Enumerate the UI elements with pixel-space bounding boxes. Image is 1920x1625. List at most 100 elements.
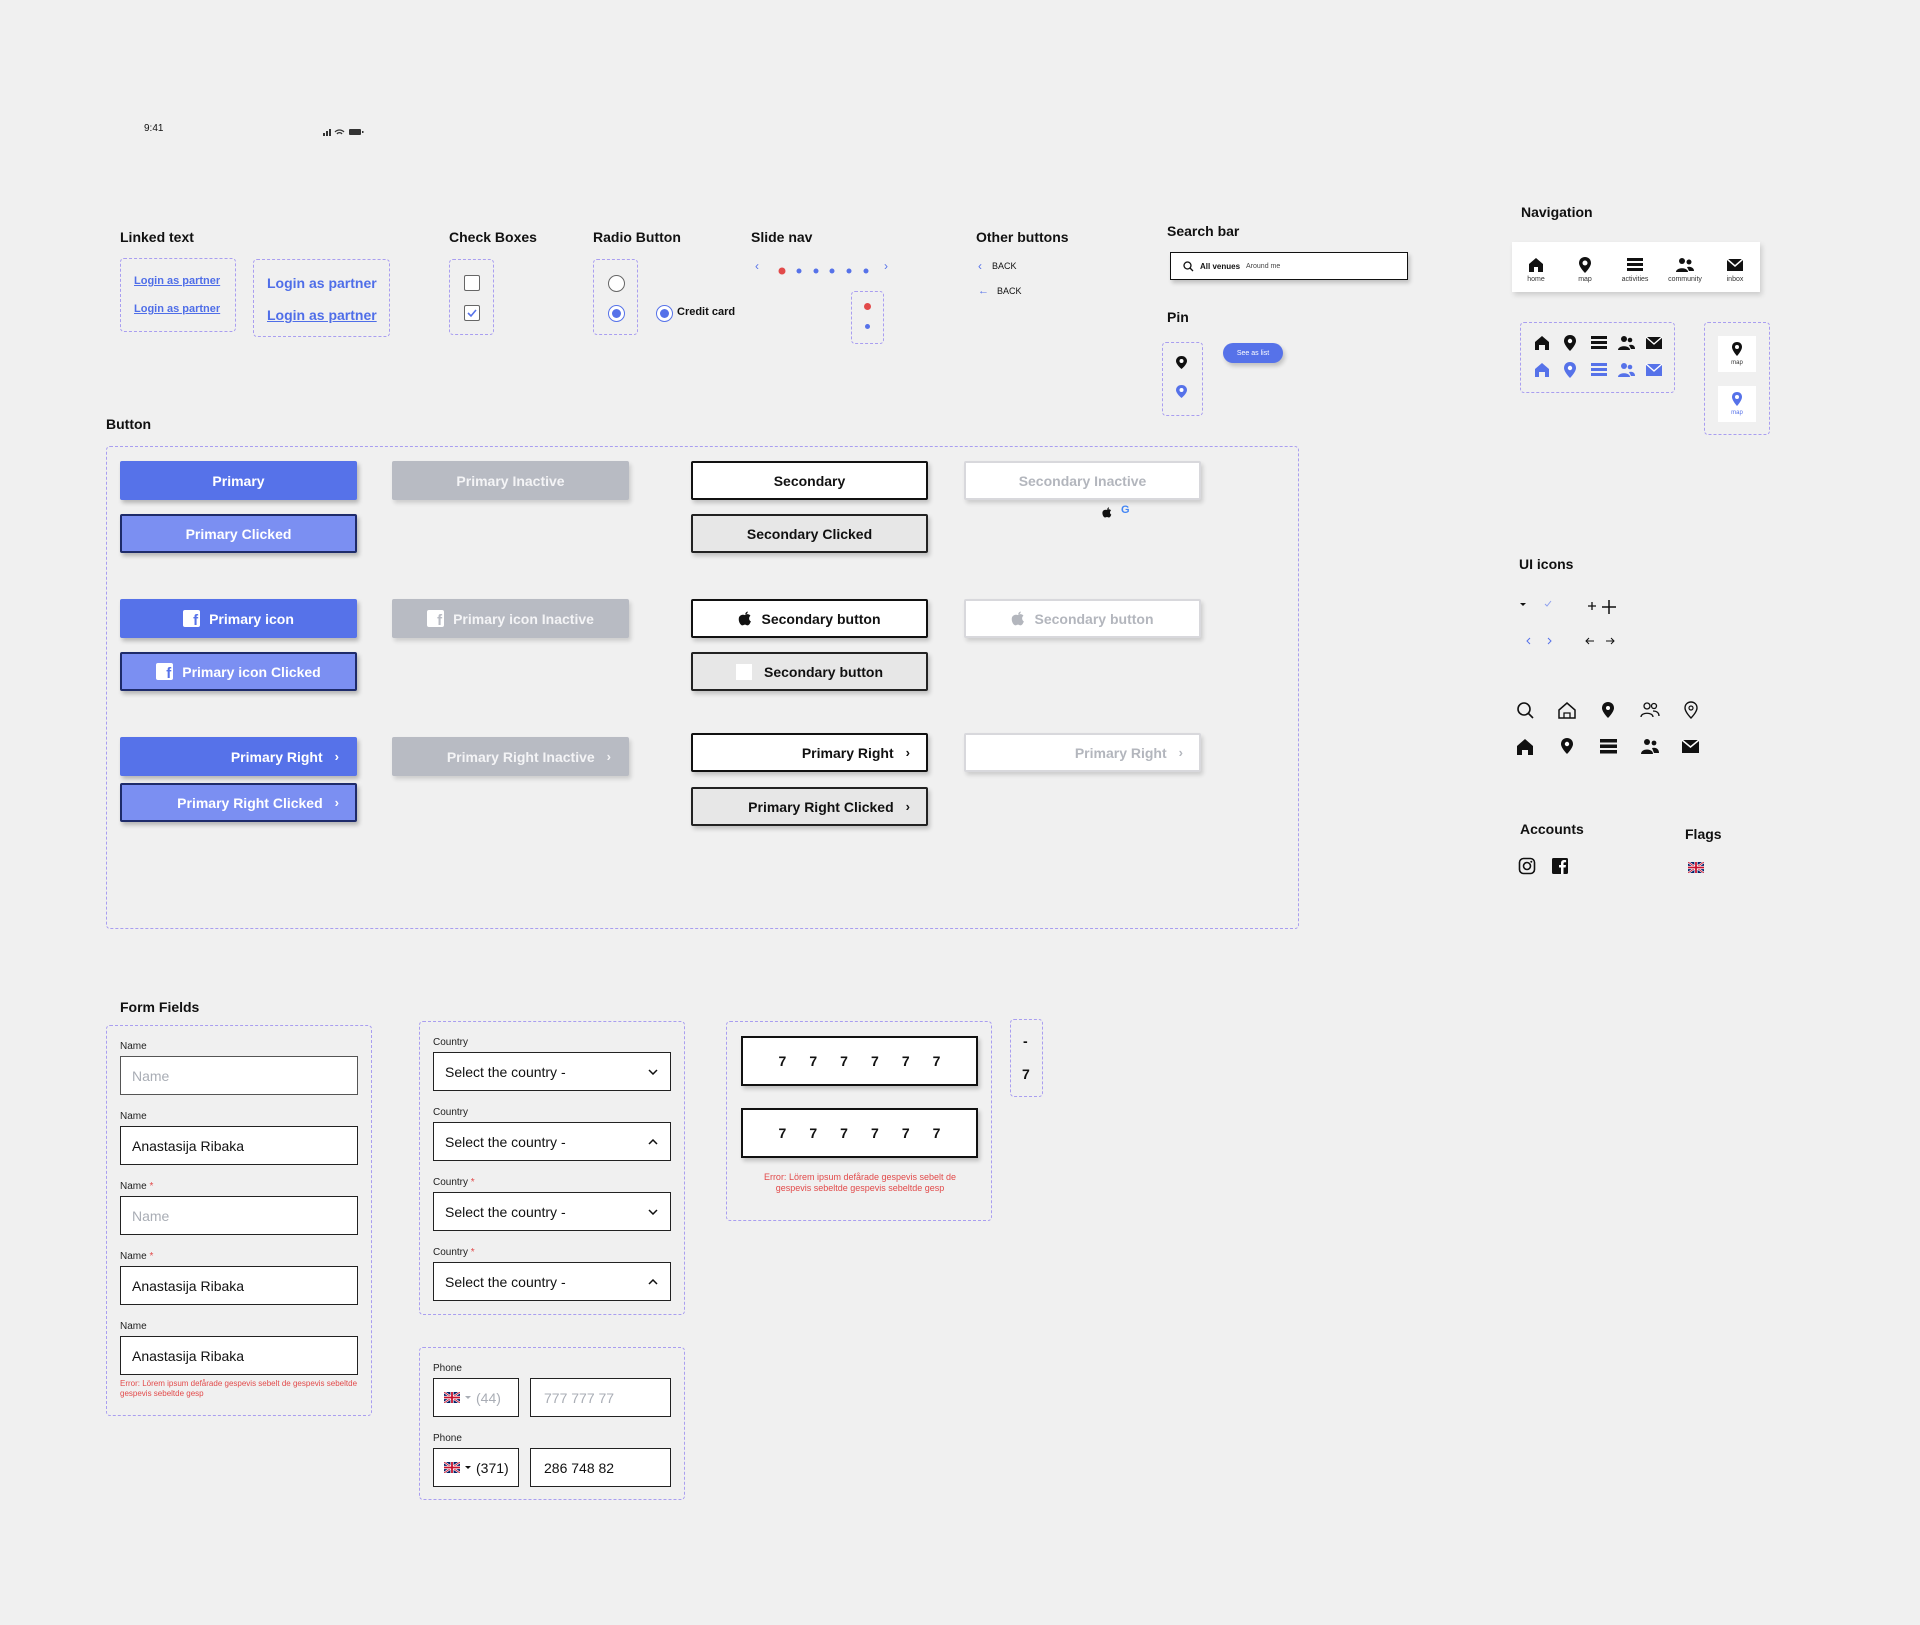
map-button-active[interactable]: map — [1718, 386, 1756, 422]
name-label: Name — [120, 1041, 147, 1052]
status-time: 9:41 — [144, 123, 164, 134]
otp-digit: 7 — [809, 1125, 818, 1141]
map-button[interactable]: map — [1718, 336, 1756, 372]
required-asterisk: * — [149, 1251, 154, 1262]
slide-nav-dot-active — [864, 303, 871, 310]
see-as-list-button[interactable]: See as list — [1223, 343, 1283, 363]
section-radio-button: Radio Button — [593, 229, 681, 245]
country-select-open[interactable]: Select the country - — [433, 1122, 671, 1161]
checkbox-checked[interactable] — [464, 305, 480, 321]
slide-nav-dot — [865, 324, 870, 329]
facebook-icon — [156, 663, 174, 682]
chevron-right-icon: › — [905, 745, 910, 760]
country-select-required-closed[interactable]: Select the country - — [433, 1192, 671, 1231]
phone-label: Phone — [433, 1433, 462, 1444]
uk-flag-icon — [1687, 860, 1705, 878]
checkbox-frame — [449, 259, 494, 335]
button-label: Primary icon Inactive — [453, 610, 594, 627]
secondary-right-clicked-button[interactable]: Primary Right Clicked › — [691, 787, 928, 826]
country-value: Select the country - — [445, 1203, 566, 1220]
nav-inbox[interactable]: inbox — [1715, 256, 1755, 283]
secondary-apple-button[interactable]: Secondary button — [691, 599, 928, 638]
otp-digit: 7 — [932, 1125, 941, 1141]
slide-nav-next-icon[interactable]: › — [884, 259, 888, 273]
country-select-closed[interactable]: Select the country - — [433, 1052, 671, 1091]
name-input-required-filled[interactable]: Anastasija Ribaka — [120, 1266, 358, 1305]
search-tab-all-venues[interactable]: All venues — [1200, 262, 1240, 271]
activities-icon — [1627, 258, 1643, 271]
button-label: Primary Clicked — [185, 525, 292, 542]
radio-credit-card[interactable] — [656, 305, 673, 322]
search-tab-around-me[interactable]: Around me — [1246, 263, 1280, 270]
name-label: Name — [120, 1111, 147, 1122]
button-label: Secondary button — [763, 663, 883, 680]
country-select-required-open[interactable]: Select the country - — [433, 1262, 671, 1301]
phone-code-select-empty[interactable]: (44) — [433, 1378, 519, 1417]
facebook-icon — [1551, 857, 1569, 880]
chevron-right-icon: › — [606, 749, 611, 764]
login-partner-link-large-2[interactable]: Login as partner — [267, 307, 377, 323]
name-input-required-empty[interactable]: Name — [120, 1196, 358, 1235]
section-other-buttons: Other buttons — [976, 229, 1069, 245]
primary-icon-button[interactable]: Primary icon — [120, 599, 357, 638]
nav-home[interactable]: home — [1516, 256, 1556, 283]
otp-digit: 7 — [932, 1053, 941, 1069]
phone-code-select-filled[interactable]: (371) — [433, 1448, 519, 1487]
slide-nav-vertical-frame — [851, 291, 884, 344]
otp-input[interactable]: 7 7 7 7 7 7 — [741, 1036, 978, 1086]
primary-right-button[interactable]: Primary Right › — [120, 737, 357, 776]
primary-clicked-button[interactable]: Primary Clicked — [120, 514, 357, 553]
button-label: Secondary Clicked — [746, 525, 873, 542]
otp-input-error[interactable]: 7 7 7 7 7 7 — [741, 1108, 978, 1158]
button-label: Primary Inactive — [456, 472, 565, 489]
chevron-up-icon — [648, 1278, 658, 1285]
secondary-right-button[interactable]: Primary Right › — [691, 733, 928, 772]
country-value: Select the country - — [445, 1063, 566, 1080]
back-button-chevron[interactable]: ‹ BACK — [978, 259, 1017, 273]
apple-icon — [739, 611, 752, 626]
button-label: Primary Right — [1074, 744, 1167, 761]
primary-button[interactable]: Primary — [120, 461, 357, 500]
nav-map[interactable]: map — [1565, 256, 1605, 283]
otp-digit: 7 — [871, 1053, 879, 1069]
login-partner-link-small-1[interactable]: Login as partner — [134, 275, 220, 287]
apple-icon — [1102, 505, 1112, 523]
radio-selected[interactable] — [608, 305, 625, 322]
login-partner-link-large-1[interactable]: Login as partner — [267, 275, 377, 291]
name-input-empty[interactable]: Name — [120, 1056, 358, 1095]
phone-number-input-filled[interactable]: 286 748 82 — [530, 1448, 671, 1487]
primary-icon-clicked-button[interactable]: Primary icon Clicked — [120, 652, 357, 691]
uk-flag-icon — [444, 1462, 460, 1473]
radio-dot — [612, 309, 621, 318]
apple-icon — [1012, 611, 1025, 626]
name-input-filled[interactable]: Anastasija Ribaka — [120, 1126, 358, 1165]
required-asterisk: * — [149, 1181, 154, 1192]
chevron-right-icon: › — [905, 799, 910, 814]
nav-community[interactable]: community — [1665, 256, 1705, 283]
login-partner-link-small-2[interactable]: Login as partner — [134, 303, 220, 315]
nav-map-label: map — [1578, 276, 1592, 283]
search-bar[interactable]: All venues Around me — [1170, 252, 1408, 280]
button-label: Primary Right Clicked — [177, 794, 323, 811]
checkbox-unchecked[interactable] — [464, 275, 480, 291]
country-label-text: Country — [433, 1177, 469, 1188]
section-button: Button — [106, 416, 152, 432]
secondary-button[interactable]: Secondary — [691, 461, 928, 500]
section-navigation: Navigation — [1521, 204, 1593, 220]
country-label: Country — [433, 1107, 469, 1118]
back-button-arrow[interactable]: ← BACK — [978, 285, 1022, 297]
radio-unselected[interactable] — [608, 275, 625, 292]
secondary-clicked-button[interactable]: Secondary Clicked — [691, 514, 928, 553]
nav-activities[interactable]: activities — [1615, 256, 1655, 283]
secondary-button-clicked[interactable]: Secondary button — [691, 652, 928, 691]
primary-right-clicked-button[interactable]: Primary Right Clicked › — [120, 783, 357, 822]
otp-error-message: Error: Lörem ipsum defårade gespevis seb… — [763, 1172, 957, 1193]
phone-value: 286 748 82 — [544, 1459, 615, 1476]
phone-number-input-empty[interactable]: 777 777 77 — [530, 1378, 671, 1417]
otp-minus: - — [1023, 1033, 1028, 1049]
name-placeholder: Name — [132, 1207, 170, 1224]
home-icon — [1529, 258, 1543, 272]
name-input-error[interactable]: Anastasija Ribaka — [120, 1336, 358, 1375]
slide-nav-prev-icon[interactable]: ‹ — [755, 259, 759, 273]
chevron-right-icon: › — [334, 749, 339, 764]
